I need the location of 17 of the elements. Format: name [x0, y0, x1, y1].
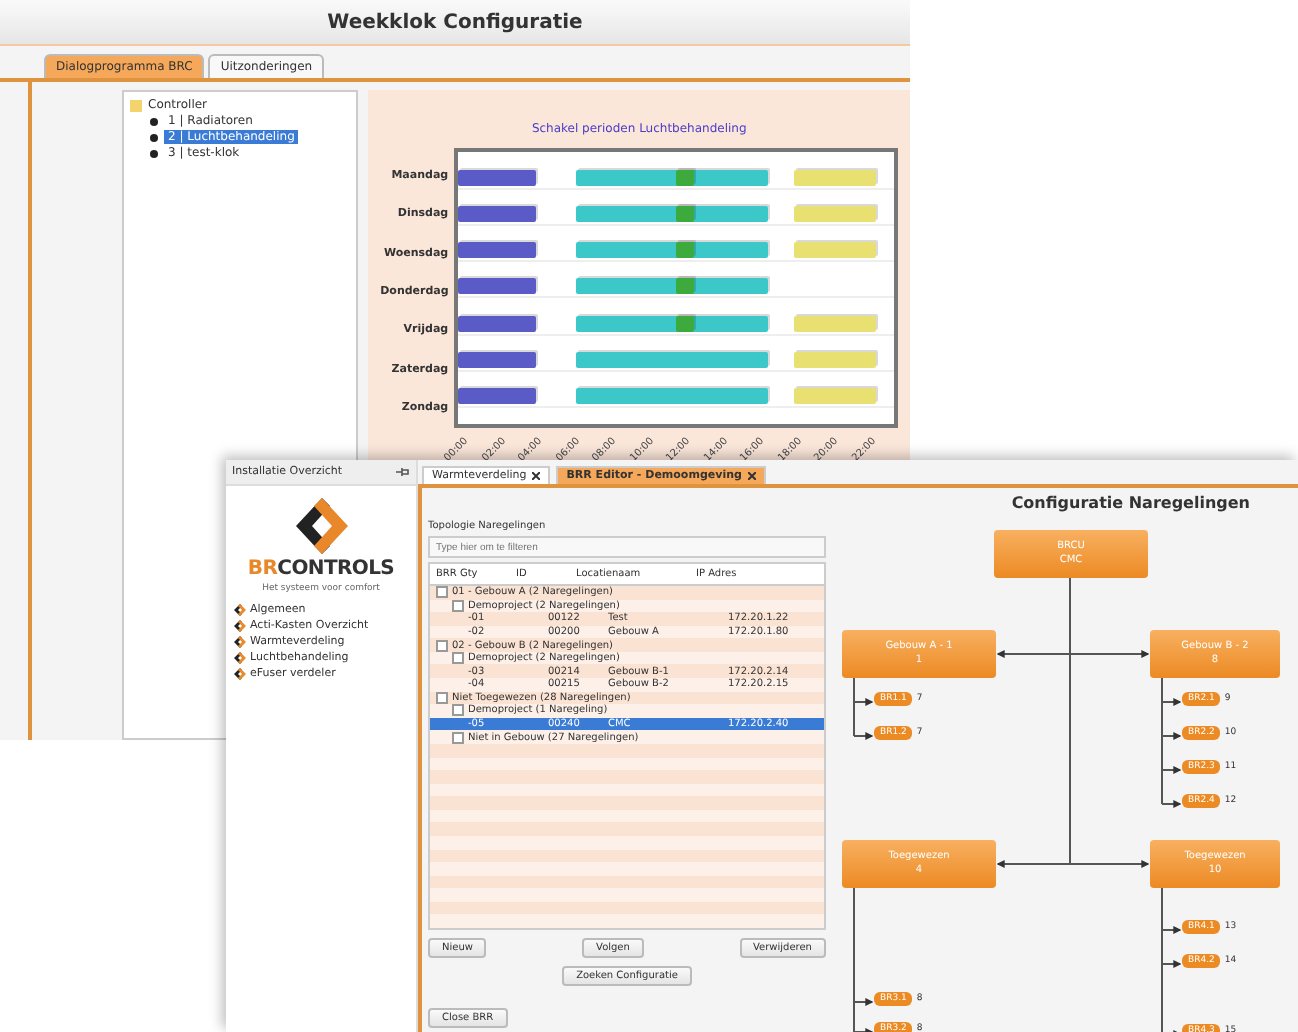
diamond-icon — [234, 604, 246, 616]
window-title: Weekklok Configuratie — [327, 11, 583, 33]
diamond-icon — [234, 652, 246, 664]
logo-icon — [295, 498, 347, 554]
close-icon[interactable] — [532, 472, 541, 480]
bullet-icon — [150, 117, 158, 125]
diamond-icon — [234, 620, 246, 632]
page-title: Configuratie Naregelingen — [1011, 493, 1250, 511]
pin-icon[interactable] — [394, 466, 410, 478]
bullet-icon — [150, 133, 158, 141]
close-icon[interactable] — [747, 472, 756, 480]
expander-icon[interactable] — [452, 731, 464, 744]
diamond-icon — [234, 636, 246, 648]
diamond-icon — [234, 668, 246, 680]
folder-icon — [130, 99, 142, 111]
bullet-icon — [150, 149, 158, 157]
logo-text: BRCONTROLS — [247, 558, 395, 580]
